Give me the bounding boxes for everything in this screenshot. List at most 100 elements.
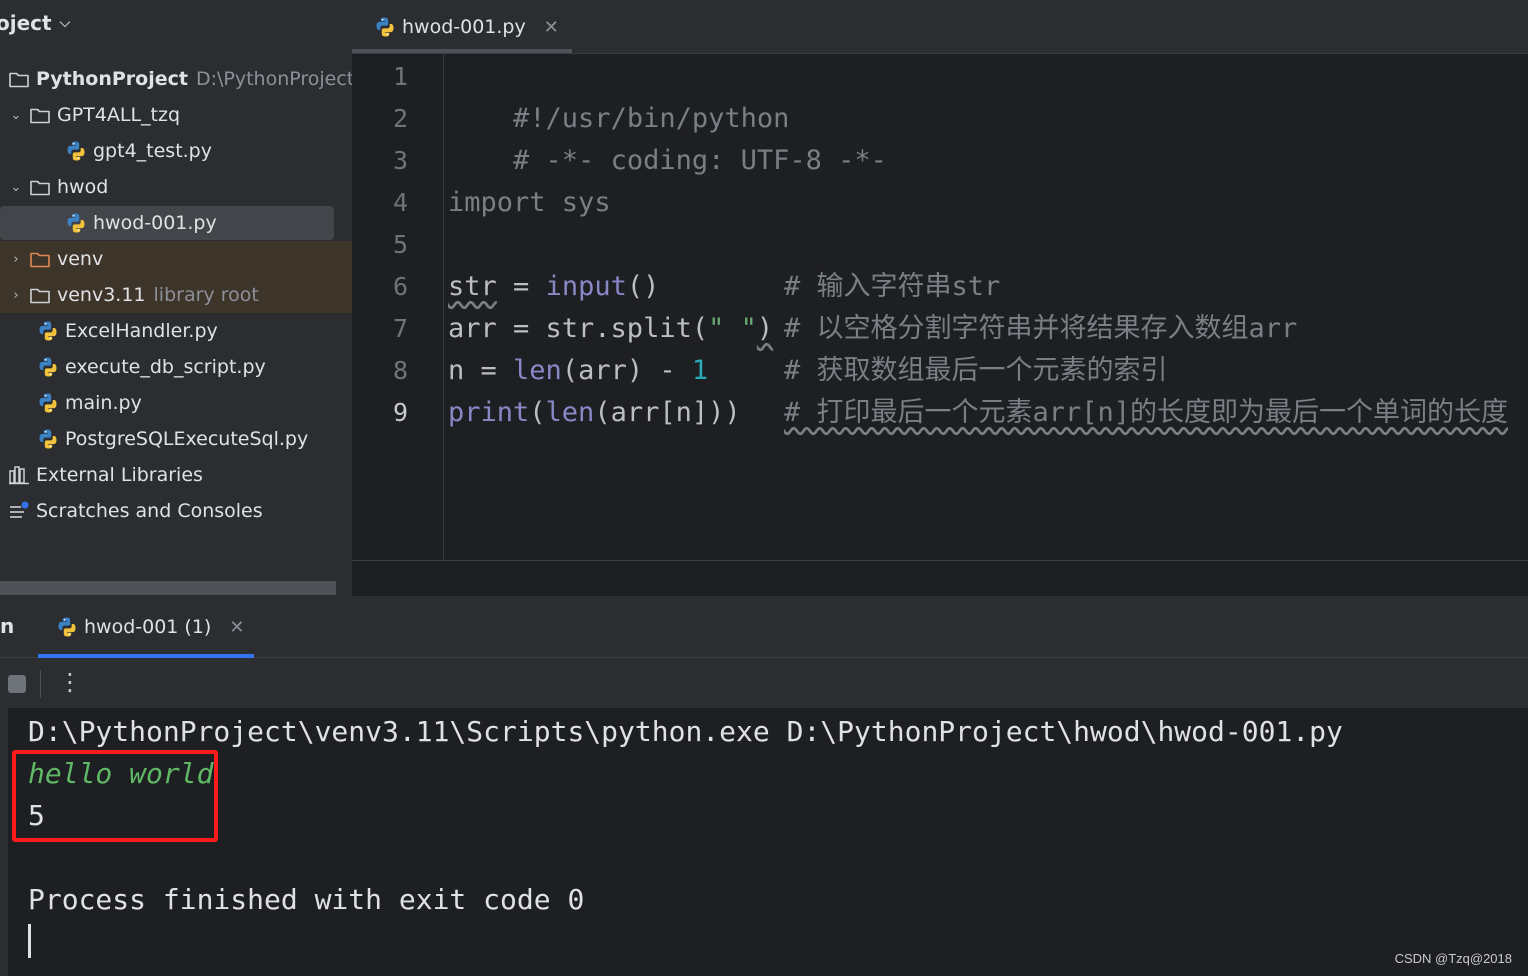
code-text: ( <box>529 397 546 428</box>
run-toolbar: ⋮ <box>0 658 1528 708</box>
chevron-right-icon[interactable]: › <box>9 252 23 267</box>
tree-item-postgresqlexecutesql-py[interactable]: PostgreSQLExecuteSql.py <box>0 421 352 457</box>
libraries-icon <box>8 464 30 486</box>
python-file-icon <box>65 212 87 234</box>
code-comment: # 以空格分割字符串并将结果存入数组arr <box>784 313 1298 344</box>
tree-item-external-libraries[interactable]: External Libraries <box>0 457 352 493</box>
scratches-icon <box>8 500 30 522</box>
tree-item-hwod[interactable]: ⌄ hwod <box>0 169 352 205</box>
tree-item-gpt4all-tzq[interactable]: ⌄ GPT4ALL_tzq <box>0 97 352 133</box>
tree-item-label: ExcelHandler.py <box>65 320 218 342</box>
close-icon[interactable]: ✕ <box>229 617 244 638</box>
run-tabbar: n hwod-001 (1) ✕ <box>0 596 1528 658</box>
tree-item-label: execute_db_script.py <box>65 356 266 378</box>
code-line-9[interactable]: print(len(arr[n])) # 打印最后一个元素arr[n]的长度即为最… <box>448 392 1508 434</box>
code-text: arr = str.split( <box>448 313 709 344</box>
python-file-icon <box>37 428 59 450</box>
code-text: sys <box>545 187 611 218</box>
line-number-current: 9 <box>392 398 408 427</box>
active-tab-indicator <box>352 49 572 53</box>
code-editor[interactable]: #!/usr/bin/python # -*- coding: UTF-8 -*… <box>444 54 1528 560</box>
line-number: 2 <box>392 104 408 133</box>
console-caret <box>28 924 31 958</box>
tree-item-label: GPT4ALL_tzq <box>57 104 181 126</box>
more-options-icon[interactable]: ⋮ <box>58 666 82 698</box>
code-comment: # 输入字符串str <box>784 271 1001 302</box>
code-string: " " <box>708 313 757 344</box>
tree-item-execute-db-script-py[interactable]: execute_db_script.py <box>0 349 352 385</box>
folder-icon <box>8 68 30 90</box>
toolbar-separator <box>40 670 41 698</box>
code-line-2[interactable]: # -*- coding: UTF-8 -*- <box>448 98 887 176</box>
code-builtin: len <box>545 397 595 428</box>
tree-item-main-py[interactable]: main.py <box>0 385 352 421</box>
tree-item-label: gpt4_test.py <box>93 140 212 162</box>
editor-tab-hwod-001[interactable]: hwod-001.py ✕ <box>352 0 572 54</box>
close-icon[interactable]: ✕ <box>544 17 559 38</box>
project-panel: oject ⌵ PythonProject D:\PythonProject ⌄… <box>0 0 352 596</box>
tree-item-gpt4-test-py[interactable]: gpt4_test.py <box>0 133 352 169</box>
code-text: (arr[n])) <box>594 397 741 428</box>
code-line-4[interactable]: import sys <box>448 182 611 224</box>
tree-item-hwod-001-py[interactable]: hwod-001.py <box>0 205 352 241</box>
tree-item-label: venv <box>57 248 104 270</box>
code-line-7[interactable]: arr = str.split(" ") # 以空格分割字符串并将结果存入数组ar… <box>448 308 1297 350</box>
code-text: () <box>626 271 660 302</box>
run-tab-hwod-001[interactable]: hwod-001 (1) ✕ <box>38 596 254 658</box>
code-text: ) <box>756 313 774 344</box>
code-builtin: input <box>545 271 627 302</box>
code-comment: # 获取数组最后一个元素的索引 <box>784 355 1168 386</box>
chevron-down-icon[interactable]: ⌄ <box>9 108 23 123</box>
code-comment: # -*- coding: UTF-8 -*- <box>513 145 887 176</box>
code-keyword: import <box>448 187 546 218</box>
console-command: D:\PythonProject\venv3.11\Scripts\python… <box>28 715 1343 748</box>
python-file-icon <box>37 356 59 378</box>
code-line-1[interactable]: #!/usr/bin/python <box>448 56 789 134</box>
tree-item-pythonproject[interactable]: PythonProject D:\PythonProject <box>0 61 352 97</box>
tree-item-label: PostgreSQLExecuteSql.py <box>65 428 309 450</box>
excluded-folder-icon <box>29 248 51 270</box>
horizontal-scrollbar[interactable] <box>0 581 336 595</box>
code-text: = <box>496 271 546 302</box>
code-number: 1 <box>691 355 709 386</box>
chevron-right-icon[interactable]: › <box>9 288 23 303</box>
line-number: 1 <box>392 62 408 91</box>
python-file-icon <box>37 320 59 342</box>
code-text: (arr) - <box>561 355 692 386</box>
chevron-down-icon: ⌵ <box>59 15 71 31</box>
console-output[interactable]: D:\PythonProject\venv3.11\Scripts\python… <box>8 708 1528 976</box>
tree-item-label: hwod <box>57 176 109 198</box>
project-header[interactable]: oject ⌵ <box>0 0 352 46</box>
editor-footer <box>352 560 1528 596</box>
folder-icon <box>29 104 51 126</box>
line-number: 8 <box>392 356 408 385</box>
code-line-6[interactable]: str = input() # 输入字符串str <box>448 266 1000 308</box>
run-panel: n hwod-001 (1) ✕ ⋮ D:\PythonProject\venv… <box>0 596 1528 976</box>
code-line-8[interactable]: n = len(arr) - 1 # 获取数组最后一个元素的索引 <box>448 350 1168 392</box>
tree-item-hint: D:\PythonProject <box>195 68 352 90</box>
code-builtin: len <box>513 355 562 386</box>
tree-item-venv[interactable]: › venv <box>0 241 352 277</box>
tree-item-label: main.py <box>65 392 142 414</box>
line-number: 4 <box>392 188 408 217</box>
tree-item-excelhandler-py[interactable]: ExcelHandler.py <box>0 313 352 349</box>
tree-item-venv3-11[interactable]: › venv3.11 library root <box>0 277 352 313</box>
code-text: n = <box>448 355 514 386</box>
python-file-icon <box>65 140 87 162</box>
console-exit-message: Process finished with exit code 0 <box>28 883 585 916</box>
stop-icon[interactable] <box>8 675 26 693</box>
chevron-down-icon[interactable]: ⌄ <box>9 180 23 195</box>
line-number-gutter: 1 2 3 4 5 6 7 8 9 <box>352 54 444 560</box>
code-builtin: print <box>448 397 530 428</box>
line-number: 6 <box>392 272 408 301</box>
folder-icon <box>29 176 51 198</box>
python-file-icon <box>56 616 78 638</box>
run-panel-title: n <box>0 614 15 638</box>
run-tab-label: hwod-001 (1) <box>84 616 212 638</box>
line-number: 5 <box>392 230 408 259</box>
project-header-title: oject <box>0 11 52 35</box>
editor-tabbar: hwod-001.py ✕ <box>352 0 1528 54</box>
editor-tab-label: hwod-001.py <box>402 16 526 38</box>
tree-item-scratches-and-consoles[interactable]: Scratches and Consoles <box>0 493 352 529</box>
tree-item-label: External Libraries <box>36 464 203 486</box>
